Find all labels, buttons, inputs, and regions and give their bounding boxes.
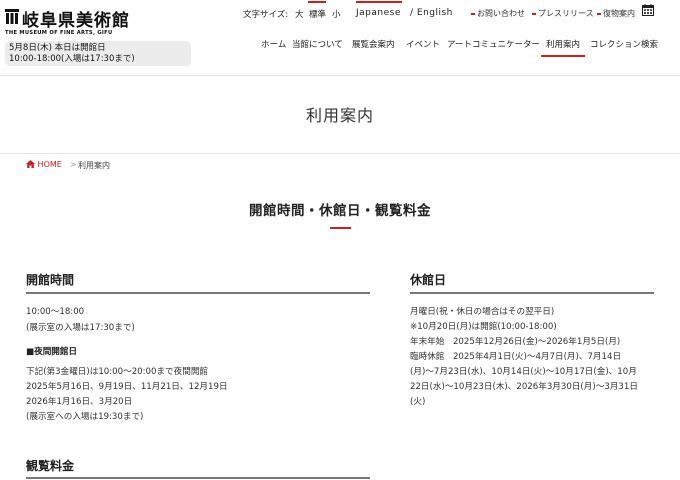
closed-days-heading: 休館日 <box>410 273 447 287</box>
museum-logo[interactable]: 岐阜県美術館 THE MUSEUM OF FINE ARTS, GIFU <box>5 9 130 39</box>
hours-time: 10:00〜18:00 <box>26 307 85 317</box>
nav-item-home[interactable]: ホーム <box>261 38 286 50</box>
nav-active-indicator <box>541 55 585 57</box>
nav-item-collection-search[interactable]: コレクション検索 <box>590 38 658 50</box>
hours-heading: 開館時間 <box>26 273 75 287</box>
language-english-link[interactable]: / English <box>410 8 453 18</box>
fees-heading-rule <box>26 477 370 479</box>
closed-days-line: ※10月20日(月)は開館(10:00-18:00) <box>410 322 557 332</box>
logo-english-text: THE MUSEUM OF FINE ARTS, GIFU <box>5 30 113 36</box>
night-opening-line: 2025年5月16日、9月19日、11月21日、12月19日 <box>26 382 228 392</box>
nav-item-about[interactable]: 当館について <box>292 38 343 50</box>
font-size-standard-button[interactable]: 標準 <box>309 8 326 20</box>
today-status-date: 5月8日(木) 本日は開館日 <box>9 43 106 53</box>
home-icon <box>26 160 35 168</box>
hours-heading-rule <box>26 292 370 294</box>
closed-days-line: 月曜日(祝・休日の場合はその翌平日) <box>410 307 555 317</box>
closed-days-heading-rule <box>410 292 654 294</box>
font-size-small-button[interactable]: 小 <box>332 8 341 20</box>
night-opening-label: ■夜間開館日 <box>26 347 78 357</box>
section-title-underline <box>330 227 351 229</box>
title-band-divider <box>0 153 680 154</box>
logo-mark-icon <box>5 9 19 24</box>
night-opening-line: 2026年1月16日、3月20日 <box>26 397 133 407</box>
closed-days-line: 臨時休館 2025年4月1日(火)〜4月7日(月)、7月14日 <box>410 352 622 362</box>
language-active-indicator <box>356 1 402 3</box>
nav-item-events[interactable]: イベント <box>406 38 440 50</box>
guide-link[interactable]: 復物案内 <box>597 8 635 19</box>
language-japanese-link[interactable]: Japanese <box>356 8 401 18</box>
section-title: 開館時間・休館日・観覧料金 <box>249 203 431 219</box>
nav-item-art-communicator[interactable]: アートコミュニケーター <box>447 38 540 50</box>
night-opening-line: (展示室への入場は19:30まで) <box>26 412 144 422</box>
today-status-box: 5月8日(木) 本日は開館日 10:00-18:00(入場は17:30まで) <box>5 41 191 66</box>
font-size-large-button[interactable]: 大 <box>295 8 304 20</box>
breadcrumb-home-link[interactable]: HOME <box>26 160 62 169</box>
hours-note: (展示室の入場は17:30まで) <box>26 323 135 333</box>
breadcrumb-separator: > <box>70 160 77 169</box>
press-release-link[interactable]: プレスリリース <box>532 8 594 19</box>
today-status-hours: 10:00-18:00(入場は17:30まで) <box>9 54 135 64</box>
breadcrumb-home-label: HOME <box>37 160 62 169</box>
closed-days-line: 年末年始 2025年12月26日(金)〜2026年1月5日(月) <box>410 337 621 347</box>
closed-days-line: (火) <box>410 397 426 407</box>
nav-item-guide[interactable]: 利用案内 <box>546 38 580 50</box>
font-size-active-indicator <box>308 1 326 3</box>
fees-heading: 観覧料金 <box>26 459 75 473</box>
closed-days-line: 22日(水)〜10月23日(木)、2026年3月30日(月)〜3月31日 <box>410 382 638 392</box>
contact-link[interactable]: お問い合わせ <box>471 8 525 19</box>
calendar-icon[interactable] <box>642 4 654 16</box>
breadcrumb-current: 利用案内 <box>78 161 110 170</box>
logo-japanese-text: 岐阜県美術館 <box>22 11 130 31</box>
font-size-label: 文字サイズ: <box>243 10 289 20</box>
page-title: 利用案内 <box>305 106 374 125</box>
header-divider <box>0 75 680 76</box>
nav-item-exhibitions[interactable]: 展覧会案内 <box>352 38 395 50</box>
night-opening-line: 下記(第3金曜日)は10:00〜20:00まで夜間開館 <box>26 367 209 377</box>
closed-days-line: (月)〜7月23日(水)、10月14日(火)〜10月17日(金)、10月 <box>410 367 637 377</box>
